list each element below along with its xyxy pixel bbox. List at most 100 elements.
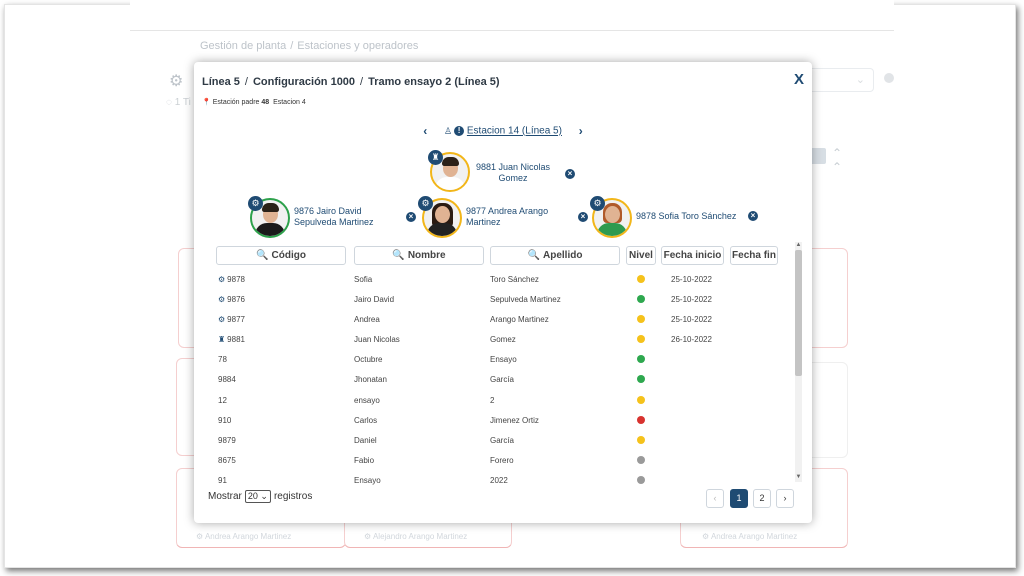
cell-code: 78	[218, 355, 227, 364]
cell-last-name: García	[490, 375, 515, 385]
cell-last-name: 2022	[490, 475, 508, 485]
next-page-button[interactable]: ›	[776, 489, 794, 508]
station-navigator: ‹ ♙! Estacion 14 (Línea 5) ›	[194, 124, 812, 138]
cell-last-name: Jimenez Ortiz	[490, 415, 539, 425]
cell-name: Jairo David	[354, 295, 395, 305]
avatar-head	[605, 206, 620, 223]
close-button[interactable]: X	[794, 71, 804, 88]
table-row[interactable]: 8675 Fabio Forero	[216, 451, 791, 471]
cell-code-text: 9877	[227, 315, 245, 325]
cell-start-date: 25-10-2022	[671, 315, 712, 325]
table-row[interactable]: ♜ 9881 Juan Nicolas Gomez 26-10-2022	[216, 330, 791, 350]
previous-station-chevron-icon[interactable]: ‹	[423, 124, 427, 138]
cell-code-text: 12	[218, 395, 227, 405]
page-size-value: 20	[247, 491, 258, 501]
leader-icon: ♜	[218, 335, 226, 345]
remove-operator-icon[interactable]: ×	[406, 212, 416, 222]
cell-name: Andrea	[354, 315, 380, 325]
table-row[interactable]: 78 Octubre Ensayo	[216, 350, 791, 370]
table-row[interactable]: 9884 Jhonatan García	[216, 370, 791, 390]
cell-start-date: 26-10-2022	[671, 335, 712, 345]
operator-name: 9878 Sofia Toro Sánchez	[636, 211, 736, 222]
filter-fecha-fin-button[interactable]: Fecha fin	[730, 246, 778, 265]
cell-code-text: 910	[218, 415, 232, 425]
station-link[interactable]: Estacion 14 (Línea 5)	[467, 126, 562, 137]
remove-operator-icon[interactable]: ×	[578, 212, 588, 222]
avatar-body	[255, 223, 285, 236]
title-line: Línea 5	[202, 76, 240, 88]
cell-name: Octubre	[354, 355, 383, 365]
gear-icon: ⚙	[418, 196, 433, 211]
scroll-down-arrow-icon[interactable]: ▼	[795, 474, 802, 480]
operator-name-line1: 9878 Sofia Toro Sánchez	[636, 211, 737, 221]
filter-nivel-button[interactable]: Nivel	[626, 246, 656, 265]
filter-fecha-inicio-button[interactable]: Fecha inicio	[661, 246, 724, 265]
page-button-2[interactable]: 2	[753, 489, 771, 508]
search-icon: 🔍	[256, 250, 269, 261]
avatar-body	[597, 223, 627, 236]
cell-last-name: Gomez	[490, 335, 516, 345]
operator-name-line2: Gomez	[498, 173, 528, 183]
level-indicator	[637, 415, 645, 424]
filter-nombre-button[interactable]: 🔍 Nombre	[354, 246, 484, 265]
cell-code: ⚙ 9878	[218, 275, 245, 284]
avatar-body	[427, 223, 457, 236]
next-station-chevron-icon[interactable]: ›	[579, 124, 583, 138]
records-label: registros	[273, 491, 313, 502]
operator-name-line1: 9877 Andrea Arango	[466, 206, 549, 216]
gear-icon: ⚙	[218, 295, 226, 305]
filter-nivel-label: Nivel	[629, 250, 653, 261]
table-row[interactable]: ⚙ 9876 Jairo David Sepulveda Martinez 25-10-…	[216, 290, 791, 310]
cell-last-name: Forero	[490, 455, 514, 465]
cell-last-name: 2	[490, 395, 495, 405]
cell-code-text: 9884	[218, 375, 236, 385]
location-pin-icon: 📍	[202, 99, 211, 106]
parent-station-label: Estación padre	[212, 99, 260, 106]
filter-fecha-inicio-label: Fecha inicio	[663, 250, 722, 261]
cell-name: Carlos	[354, 415, 378, 425]
table-row[interactable]: 9879 Daniel García	[216, 431, 791, 451]
table-row[interactable]: 91 Ensayo 2022	[216, 471, 791, 491]
cell-name: Fabio	[354, 455, 375, 465]
search-icon: 🔍	[527, 250, 540, 261]
title-section: Tramo ensayo 2 (Línea 5)	[368, 76, 500, 88]
station-operators-modal: Línea 5/Configuración 1000/Tramo ensayo …	[194, 62, 812, 523]
level-indicator	[637, 395, 645, 404]
cell-name: Juan Nicolas	[354, 335, 400, 345]
cell-code-text: 9881	[227, 335, 245, 345]
table-row[interactable]: 910 Carlos Jimenez Ortiz	[216, 411, 791, 431]
table-row[interactable]: ⚙ 9878 Sofia Toro Sánchez 25-10-2022	[216, 270, 791, 290]
level-indicator	[637, 455, 645, 464]
page-size-select[interactable]: 20 ⌄	[244, 490, 271, 503]
cell-name: Sofia	[354, 275, 373, 284]
cell-start-date: 25-10-2022	[671, 295, 712, 305]
cell-code: 9884	[218, 375, 236, 384]
cell-code: 91	[218, 476, 227, 485]
operator-name-line2: Martinez	[466, 217, 501, 227]
parent-station-number: 48	[261, 99, 270, 106]
previous-page-button[interactable]: ‹	[706, 489, 724, 508]
scrollbar-thumb[interactable]	[795, 250, 802, 376]
table-row[interactable]: 12 ensayo 2	[216, 391, 791, 411]
remove-operator-icon[interactable]: ×	[748, 211, 758, 221]
operator-name-line1: 9876 Jairo David	[294, 206, 362, 216]
page-button-1[interactable]: 1	[730, 489, 748, 508]
cell-last-name: Toro Sánchez	[490, 275, 539, 284]
filter-codigo-button[interactable]: 🔍 Código	[216, 246, 346, 265]
cell-last-name: Sepulveda Martinez	[490, 295, 561, 305]
table-row[interactable]: ⚙ 9877 Andrea Arango Martinez 25-10-2022	[216, 310, 791, 330]
operator-name-line1: 9881 Juan Nicolas	[476, 162, 551, 172]
cell-name: Daniel	[354, 435, 377, 445]
filter-fecha-fin-label: Fecha fin	[732, 250, 776, 261]
cell-code-text: 9878	[227, 275, 245, 284]
level-indicator	[637, 275, 645, 283]
cell-last-name: García	[490, 435, 515, 445]
level-indicator	[637, 435, 645, 444]
remove-operator-icon[interactable]: ×	[565, 169, 575, 179]
gear-icon: ⚙	[218, 315, 226, 325]
filter-apellido-label: Apellido	[543, 250, 583, 261]
filter-apellido-button[interactable]: 🔍 Apellido	[490, 246, 620, 265]
cell-code: 12	[218, 396, 227, 405]
person-icon: ♙	[444, 125, 453, 136]
scroll-up-arrow-icon[interactable]: ▲	[795, 242, 802, 248]
